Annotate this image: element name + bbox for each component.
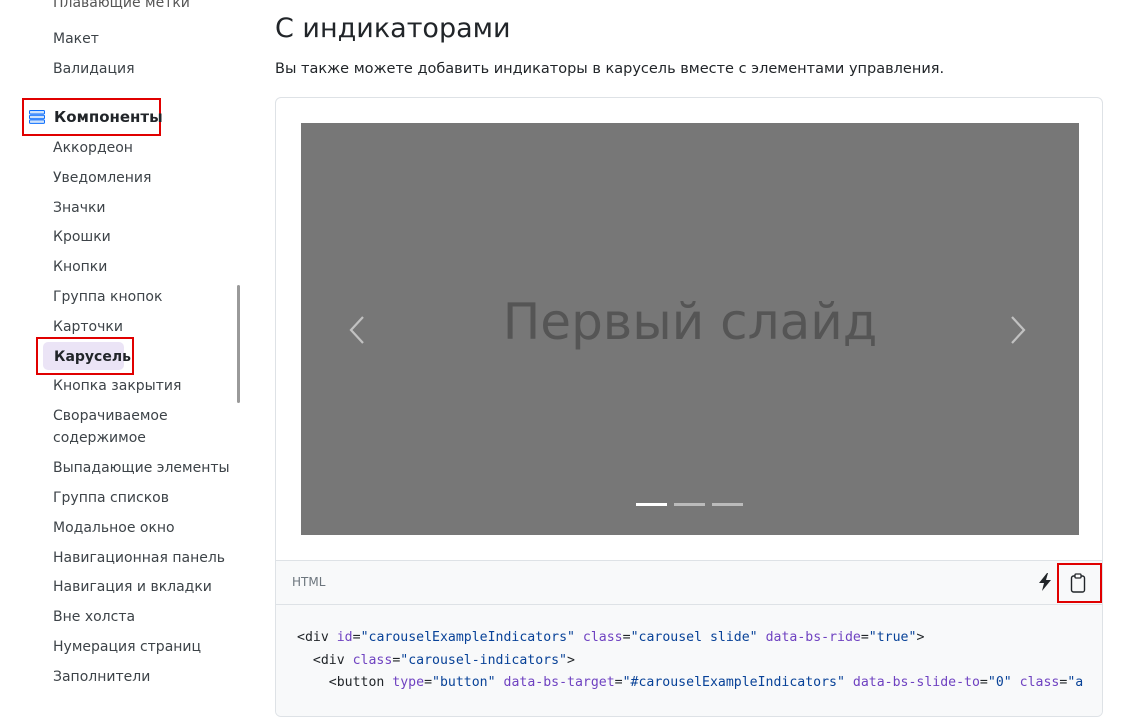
carousel-indicator[interactable] xyxy=(712,503,743,506)
code-block: <div id="carouselExampleIndicators" clas… xyxy=(276,605,1102,716)
code-snippet: <div id="carouselExampleIndicators" clas… xyxy=(297,627,1083,695)
chevron-right-icon xyxy=(1011,316,1026,344)
code-line-3: <button type="button" data-bs-target="#c… xyxy=(297,675,1084,690)
layers-icon xyxy=(29,110,45,124)
page-title: С индикаторами xyxy=(275,13,511,44)
sidebar-item-floating-labels[interactable]: Плавающие метки xyxy=(53,0,190,14)
sidebar-item-close-button[interactable]: Кнопка закрытия xyxy=(53,375,181,397)
sidebar-item-accordion[interactable]: Аккордеон xyxy=(53,137,133,159)
active-highlight: Карусель xyxy=(43,342,131,370)
sidebar-item-layout[interactable]: Макет xyxy=(53,28,99,50)
carousel-indicator[interactable] xyxy=(674,503,705,506)
sidebar-item-modal[interactable]: Модальное окно xyxy=(53,517,175,539)
code-language-label: HTML xyxy=(292,575,326,589)
carousel-prev-button[interactable] xyxy=(347,313,367,347)
sidebar: Плавающие метки Макет Валидация Компонен… xyxy=(0,0,245,697)
carousel-indicator[interactable] xyxy=(636,503,667,506)
sidebar-item-collapse-line2[interactable]: содержимое xyxy=(53,427,146,449)
sidebar-item-placeholders[interactable]: Заполнители xyxy=(53,666,150,688)
sidebar-section-components[interactable]: Компоненты xyxy=(22,98,163,136)
sidebar-item-offcanvas[interactable]: Вне холста xyxy=(53,606,135,628)
page-description: Вы также можете добавить индикаторы в ка… xyxy=(275,61,945,77)
code-toolbar: HTML xyxy=(276,560,1102,605)
sidebar-item-list-group[interactable]: Группа списков xyxy=(53,487,169,509)
sidebar-item-collapse-line1[interactable]: Сворачиваемое xyxy=(53,405,168,427)
sidebar-item-navbar[interactable]: Навигационная панель xyxy=(53,547,225,569)
try-it-button[interactable] xyxy=(1038,573,1052,591)
carousel-next-button[interactable] xyxy=(1008,313,1028,347)
lightning-icon xyxy=(1039,573,1051,591)
sidebar-scrollbar[interactable] xyxy=(237,285,240,403)
example-card: Первый слайд HTML <div id="carouselExamp… xyxy=(275,97,1103,717)
sidebar-item-pagination[interactable]: Нумерация страниц xyxy=(53,636,201,658)
sidebar-item-label: Карусель xyxy=(54,349,131,365)
sidebar-item-breadcrumbs[interactable]: Крошки xyxy=(53,226,111,248)
slide-caption: Первый слайд xyxy=(502,293,878,351)
chevron-left-icon xyxy=(349,316,364,344)
sidebar-item-alerts[interactable]: Уведомления xyxy=(53,167,151,189)
sidebar-item-validation[interactable]: Валидация xyxy=(53,58,135,80)
carousel: Первый слайд xyxy=(301,123,1079,535)
code-line-2: <div class="carousel-indicators"> xyxy=(297,652,575,668)
sidebar-item-dropdowns[interactable]: Выпадающие элементы xyxy=(53,457,230,479)
copy-button[interactable] xyxy=(1057,563,1102,603)
sidebar-item-badges[interactable]: Значки xyxy=(53,197,106,219)
sidebar-item-buttons[interactable]: Кнопки xyxy=(53,256,107,278)
code-line-1: <div id="carouselExampleIndicators" clas… xyxy=(297,630,925,645)
clipboard-icon xyxy=(1070,573,1086,593)
sidebar-item-carousel[interactable]: Карусель xyxy=(36,337,134,375)
sidebar-item-cards[interactable]: Карточки xyxy=(53,316,123,338)
sidebar-section-label: Компоненты xyxy=(54,108,163,126)
sidebar-item-navs-tabs[interactable]: Навигация и вкладки xyxy=(53,576,212,598)
sidebar-item-button-group[interactable]: Группа кнопок xyxy=(53,286,162,308)
